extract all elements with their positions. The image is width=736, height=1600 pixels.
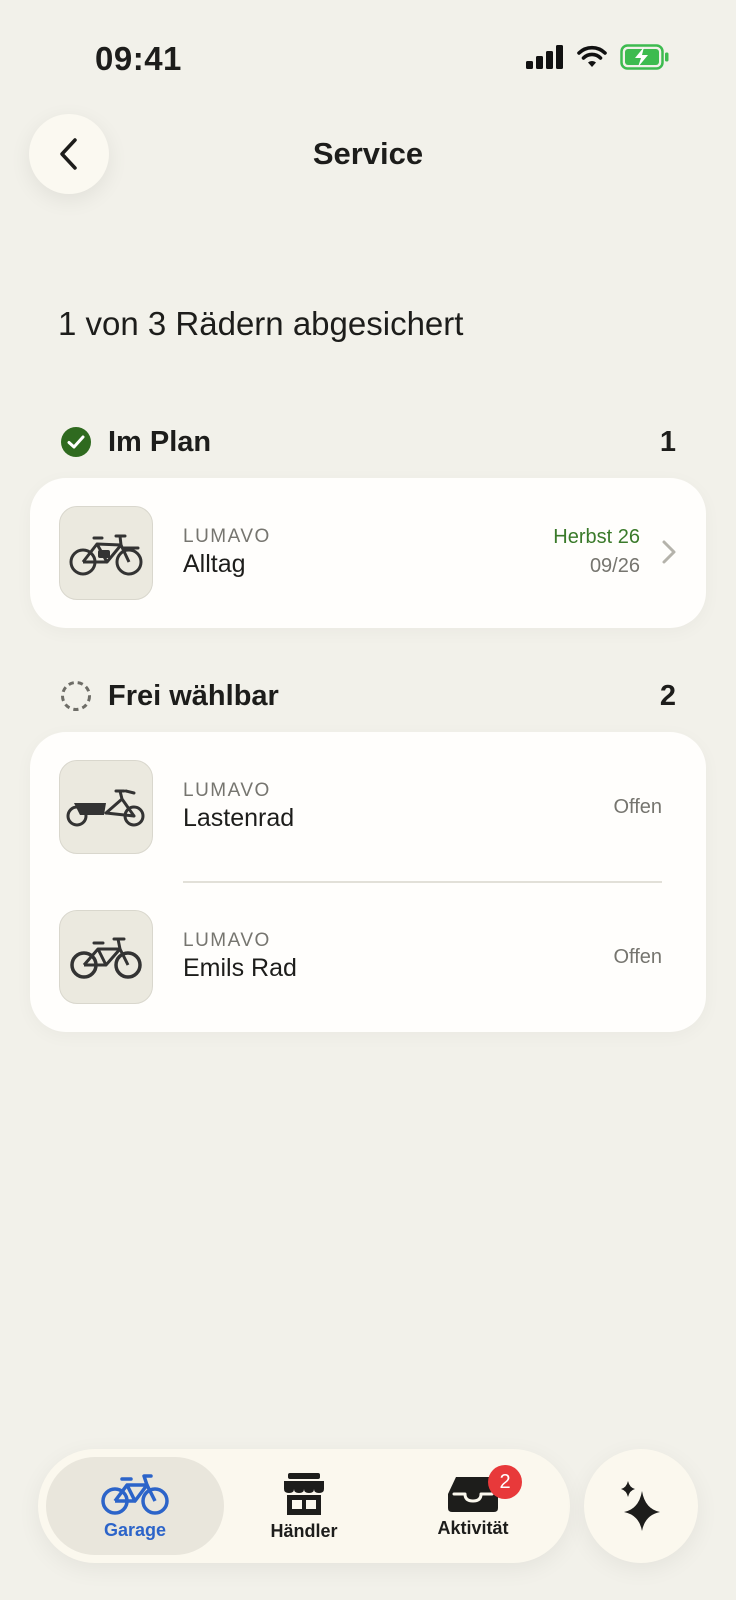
bike-row-emils-rad[interactable]: LUMAVO Emils Rad Offen <box>30 882 706 1032</box>
status-time: 09:41 <box>95 40 182 77</box>
notification-badge: 2 <box>488 1465 522 1499</box>
service-date: Herbst 26 09/26 <box>553 526 640 578</box>
bicycle-icon <box>101 1473 169 1515</box>
bike-thumbnail <box>59 760 153 854</box>
service-status: Offen <box>613 796 662 818</box>
cellular-signal-icon <box>526 45 563 69</box>
tab-aktivitaet[interactable]: Aktivität 2 <box>384 1457 562 1555</box>
cargo-bike-image <box>66 789 145 827</box>
section-header-im-plan: Im Plan 1 <box>60 422 676 462</box>
bike-brand: LUMAVO <box>183 780 271 801</box>
status-bar: 09:41 <box>0 0 736 120</box>
city-bike-image <box>69 534 143 576</box>
tab-bar: Garage Händler Aktivität 2 <box>38 1449 570 1563</box>
store-icon <box>284 1472 324 1515</box>
status-icons <box>526 44 670 70</box>
section-label: Im Plan <box>108 425 212 458</box>
section-count: 1 <box>659 425 676 458</box>
tab-haendler[interactable]: Händler <box>215 1457 393 1555</box>
sparkle-icon <box>621 1481 660 1531</box>
planned-bikes-card: LUMAVO Alltag Herbst 26 09/26 <box>30 478 706 628</box>
chevron-right-icon <box>662 540 676 564</box>
service-season: Herbst 26 <box>553 526 640 548</box>
bike-name: Alltag <box>183 550 246 578</box>
service-month: 09/26 <box>589 555 640 577</box>
section-count: 2 <box>659 679 676 712</box>
wifi-icon <box>577 45 607 67</box>
coverage-summary: 1 von 3 Rädern abgesichert <box>58 305 464 342</box>
bike-name: Lastenrad <box>183 804 295 832</box>
tab-label: Aktivität <box>437 1517 509 1538</box>
assistant-button[interactable] <box>584 1449 698 1563</box>
service-status: Offen <box>613 946 662 968</box>
section-label: Frei wählbar <box>108 679 279 712</box>
bike-thumbnail <box>59 506 153 600</box>
bike-name: Emils Rad <box>183 954 297 982</box>
section-header-frei-waehlbar: Frei wählbar 2 <box>60 676 676 716</box>
bike-thumbnail <box>59 910 153 1004</box>
kids-bike-image <box>70 937 142 979</box>
tab-garage[interactable]: Garage <box>46 1457 224 1555</box>
dashed-circle-icon <box>61 681 91 711</box>
tab-label: Garage <box>103 1519 167 1540</box>
check-circle-icon <box>61 427 91 457</box>
bike-row-alltag[interactable]: LUMAVO Alltag Herbst 26 09/26 <box>30 478 706 628</box>
page-title: Service <box>312 136 424 171</box>
bike-brand: LUMAVO <box>183 526 271 547</box>
battery-charging-icon <box>620 44 669 70</box>
bike-row-lastenrad[interactable]: LUMAVO Lastenrad Offen <box>30 732 706 882</box>
tab-label: Händler <box>270 1520 338 1541</box>
unplanned-bikes-card: LUMAVO Lastenrad Offen LUMAVO Emils Rad … <box>30 732 706 1032</box>
bike-brand: LUMAVO <box>183 930 271 951</box>
